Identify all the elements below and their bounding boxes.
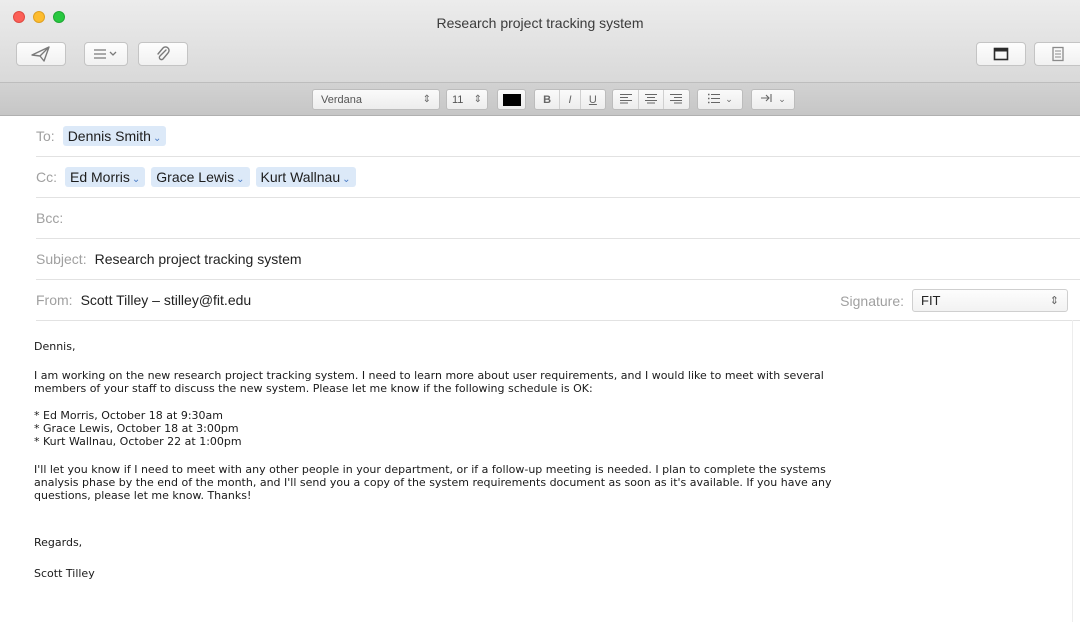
document-icon [1051,46,1065,62]
bullet-list-icon [707,93,721,107]
recipient-token[interactable]: Dennis Smith ⌄ [62,126,167,146]
body-line: analysis phase by the end of the month, … [34,476,832,489]
recipient-token[interactable]: Grace Lewis ⌄ [151,167,250,187]
subject-value[interactable]: Research project tracking system [95,251,302,267]
schedule-item: * Kurt Wallnau, October 22 at 1:00pm [34,435,242,448]
bold-button[interactable]: B [543,94,551,106]
signature-control: Signature: FIT ⇕ [840,289,1068,312]
from-value[interactable]: Scott Tilley – stilley@fit.edu [81,292,252,308]
align-right-icon[interactable] [669,93,683,107]
font-size-value: 11 [452,93,464,106]
color-swatch [502,93,521,106]
body-line: I am working on the new research project… [34,369,824,382]
indent-icon [760,93,774,106]
chevron-down-icon: ⌄ [778,94,786,104]
text-style-group: B I U [534,89,606,110]
cc-field[interactable]: Cc: Ed Morris ⌄ Grace Lewis ⌄ Kurt Wallnau… [36,157,1080,198]
subject-label: Subject: [36,251,87,267]
to-field[interactable]: To: Dennis Smith ⌄ [36,116,1080,157]
signature-name: Scott Tilley [34,567,95,580]
from-label: From: [36,292,73,308]
chevron-down-icon: ⌄ [131,174,141,185]
bcc-label: Bcc: [36,210,64,226]
list-style-button[interactable]: ⌄ [697,89,743,110]
message-body[interactable]: Dennis, I am working on the new research… [34,340,1054,580]
body-line: questions, please let me know. Thanks! [34,489,252,502]
photo-browser-button[interactable] [1034,42,1080,66]
format-bar-toggle-button[interactable] [976,42,1026,66]
scrollbar-track[interactable] [1072,320,1080,622]
chevron-down-icon: ⌄ [342,174,351,185]
align-left-icon[interactable] [619,93,633,107]
indent-button[interactable]: ⌄ [751,89,795,110]
underline-button[interactable]: U [589,94,597,106]
updown-chevron-icon: ⇕ [422,94,431,105]
cc-label: Cc: [36,169,57,185]
from-field: From: Scott Tilley – stilley@fit.edu Sig… [36,280,1080,321]
chevron-down-icon: ⌄ [152,133,162,144]
window-titlebar: Research project tracking system [0,0,1080,82]
body-line: members of your staff to discuss the new… [34,382,593,395]
closing: Regards, [34,536,83,549]
window-title: Research project tracking system [436,15,644,31]
subject-field[interactable]: Subject: Research project tracking syste… [36,239,1080,280]
italic-button[interactable]: I [568,94,571,106]
attach-button[interactable] [138,42,188,66]
signature-select[interactable]: FIT ⇕ [912,289,1068,312]
signature-value: FIT [921,293,941,308]
body-line: I'll let you know if I need to meet with… [34,463,826,476]
format-bar: Verdana ⇕ 11 ⇕ B I U ⌄ ⌄ [0,82,1080,116]
header-fields-menu-button[interactable] [84,42,128,66]
schedule-item: * Ed Morris, October 18 at 9:30am [34,409,223,422]
font-family-value: Verdana [321,93,362,106]
greeting: Dennis, [34,340,76,353]
recipient-token[interactable]: Ed Morris ⌄ [65,167,146,187]
schedule-item: * Grace Lewis, October 18 at 3:00pm [34,422,239,435]
chevron-down-icon: ⌄ [725,94,733,104]
font-family-select[interactable]: Verdana ⇕ [312,89,440,110]
updown-chevron-icon: ⇕ [1049,295,1059,307]
updown-chevron-icon: ⇕ [473,94,482,105]
align-center-icon[interactable] [644,93,658,107]
to-label: To: [36,128,55,144]
window-icon [993,47,1009,61]
list-icon [93,48,119,60]
text-color-button[interactable] [497,89,526,110]
font-size-select[interactable]: 11 ⇕ [446,89,488,110]
alignment-group [612,89,690,110]
paper-plane-icon [31,46,51,62]
chevron-down-icon: ⌄ [236,174,245,185]
paperclip-icon [155,46,171,62]
bcc-field[interactable]: Bcc: [36,198,1080,239]
recipient-token[interactable]: Kurt Wallnau ⌄ [255,167,356,187]
send-button[interactable] [16,42,66,66]
signature-label: Signature: [840,292,904,309]
